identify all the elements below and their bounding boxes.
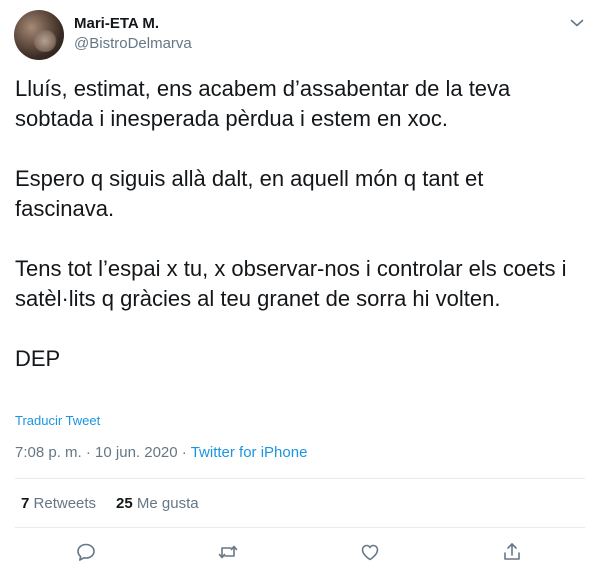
retweet-icon[interactable] bbox=[217, 541, 239, 563]
tweet-time[interactable]: 7:08 p. m. bbox=[15, 444, 82, 461]
chevron-down-icon[interactable] bbox=[568, 14, 586, 32]
tweet-paragraph: Lluís, estimat, ens acabem d’assabentar … bbox=[15, 76, 511, 131]
meta-separator: · bbox=[85, 444, 91, 461]
tweet-paragraph: DEP bbox=[15, 346, 61, 371]
heart-icon[interactable] bbox=[359, 541, 381, 563]
tweet-date[interactable]: 10 jun. 2020 bbox=[95, 444, 178, 461]
user-handle[interactable]: @BistroDelmarva bbox=[74, 35, 192, 52]
retweets-stat[interactable]: 7 Retweets bbox=[21, 495, 96, 512]
tweet-source-link[interactable]: Twitter for iPhone bbox=[191, 444, 308, 461]
divider bbox=[15, 527, 585, 528]
likes-count: 25 bbox=[116, 495, 133, 512]
display-name[interactable]: Mari-ETA M. bbox=[74, 15, 159, 32]
tweet-meta: 7:08 p. m. · 10 jun. 2020 · Twitter for … bbox=[15, 444, 307, 461]
likes-label: Me gusta bbox=[136, 495, 199, 512]
reply-icon[interactable] bbox=[75, 541, 97, 563]
share-icon[interactable] bbox=[501, 541, 523, 563]
divider bbox=[15, 478, 585, 479]
tweet-paragraph: Tens tot l’espai x tu, x observar-nos i … bbox=[15, 256, 567, 311]
tweet-paragraph: Espero q siguis allà dalt, en aquell món… bbox=[15, 166, 484, 221]
tweet-text: Lluís, estimat, ens acabem d’assabentar … bbox=[15, 74, 585, 374]
retweets-label: Retweets bbox=[33, 495, 97, 512]
tweet-stats: 7 Retweets 25 Me gusta bbox=[21, 495, 199, 512]
likes-stat[interactable]: 25 Me gusta bbox=[116, 495, 199, 512]
meta-separator: · bbox=[181, 444, 187, 461]
translate-tweet-link[interactable]: Traducir Tweet bbox=[15, 413, 100, 428]
retweets-count: 7 bbox=[21, 495, 30, 512]
avatar[interactable] bbox=[14, 10, 64, 60]
tweet-card: Mari-ETA M. @BistroDelmarva Lluís, estim… bbox=[0, 0, 600, 578]
